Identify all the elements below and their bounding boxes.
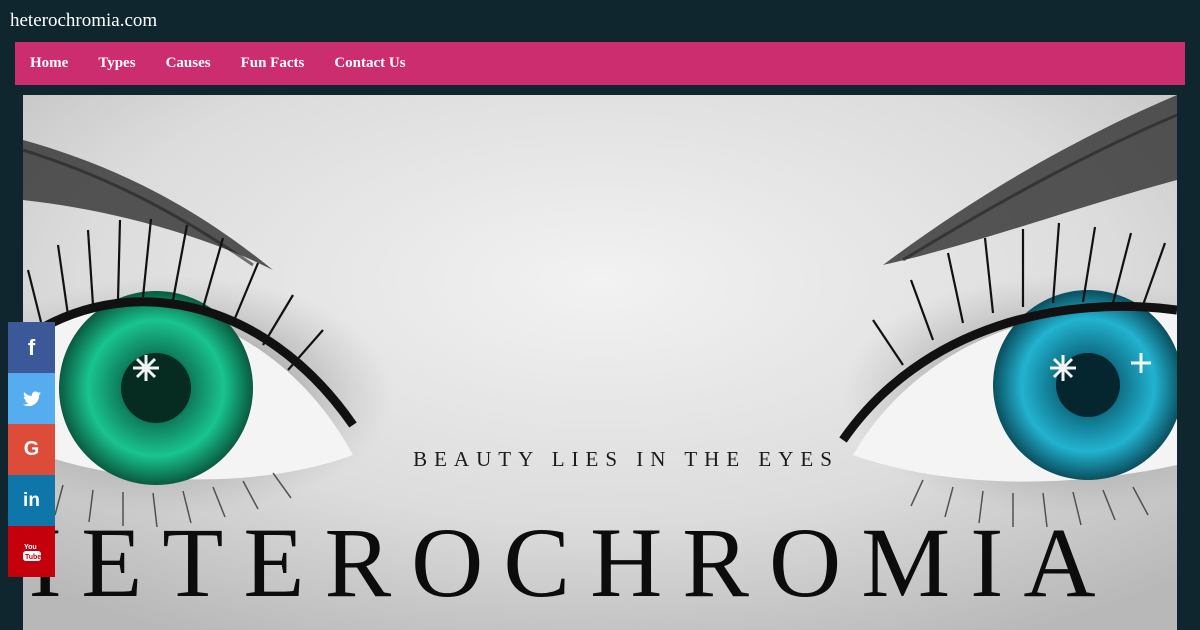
twitter-share-button[interactable] bbox=[8, 373, 55, 424]
svg-text:Tube: Tube bbox=[25, 554, 41, 561]
svg-text:You: You bbox=[24, 544, 37, 551]
nav-item-contact-us[interactable]: Contact Us bbox=[334, 55, 405, 72]
linkedin-share-button[interactable]: in bbox=[8, 475, 55, 526]
social-share-bar: f G in You Tube bbox=[8, 322, 55, 577]
main-nav: Home Types Causes Fun Facts Contact Us bbox=[15, 42, 1185, 85]
nav-item-home[interactable]: Home bbox=[30, 55, 68, 72]
google-share-button[interactable]: G bbox=[8, 424, 55, 475]
linkedin-icon: in bbox=[23, 489, 40, 511]
hero-title: HETEROCHROMIA bbox=[23, 507, 1116, 618]
nav-item-causes[interactable]: Causes bbox=[166, 55, 211, 72]
google-icon: G bbox=[23, 438, 40, 460]
twitter-icon bbox=[22, 391, 41, 407]
facebook-share-button[interactable]: f bbox=[8, 322, 55, 373]
nav-item-types[interactable]: Types bbox=[98, 55, 135, 72]
facebook-icon: f bbox=[27, 334, 36, 360]
site-title-link[interactable]: heterochromia.com bbox=[10, 9, 157, 33]
youtube-share-button[interactable]: You Tube bbox=[8, 526, 55, 577]
youtube-icon: You Tube bbox=[22, 542, 41, 562]
hero-tagline: BEAUTY LIES IN THE EYES bbox=[413, 447, 839, 471]
hero-banner: BEAUTY LIES IN THE EYES HETEROCHROMIA bbox=[23, 95, 1177, 630]
nav-item-fun-facts[interactable]: Fun Facts bbox=[241, 55, 305, 72]
